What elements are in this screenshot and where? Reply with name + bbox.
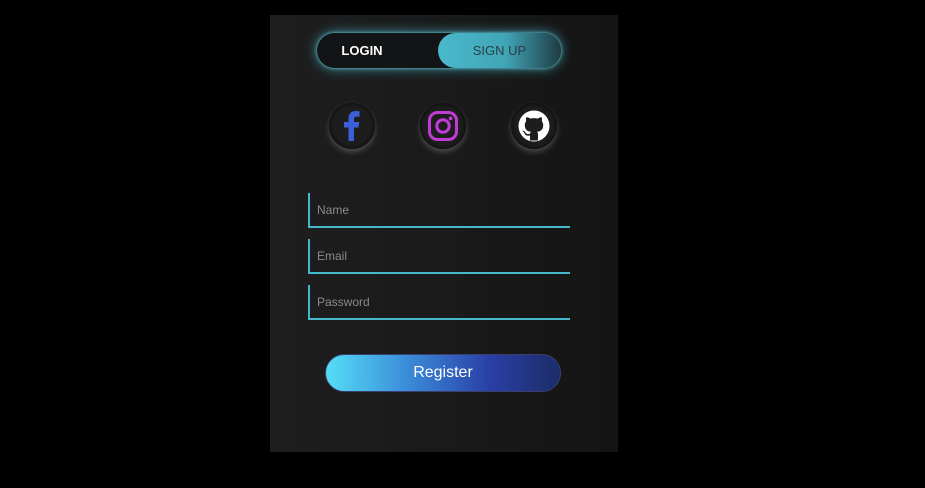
- register-button[interactable]: Register: [325, 354, 561, 392]
- facebook-button[interactable]: [329, 103, 375, 149]
- email-input[interactable]: [310, 239, 570, 272]
- instagram-icon: [428, 111, 458, 141]
- signup-card: LOGIN SIGN UP Register: [270, 15, 618, 452]
- facebook-icon: [344, 111, 360, 141]
- password-field: [308, 285, 570, 320]
- name-field: [308, 193, 570, 228]
- password-input[interactable]: [310, 285, 570, 318]
- instagram-button[interactable]: [420, 103, 466, 149]
- name-input[interactable]: [310, 193, 570, 226]
- tab-login[interactable]: LOGIN: [317, 33, 407, 68]
- email-field: [308, 239, 570, 274]
- auth-toggle: LOGIN SIGN UP: [317, 33, 561, 68]
- github-button[interactable]: [511, 103, 557, 149]
- tab-signup[interactable]: SIGN UP: [438, 33, 561, 68]
- github-icon: [518, 110, 550, 142]
